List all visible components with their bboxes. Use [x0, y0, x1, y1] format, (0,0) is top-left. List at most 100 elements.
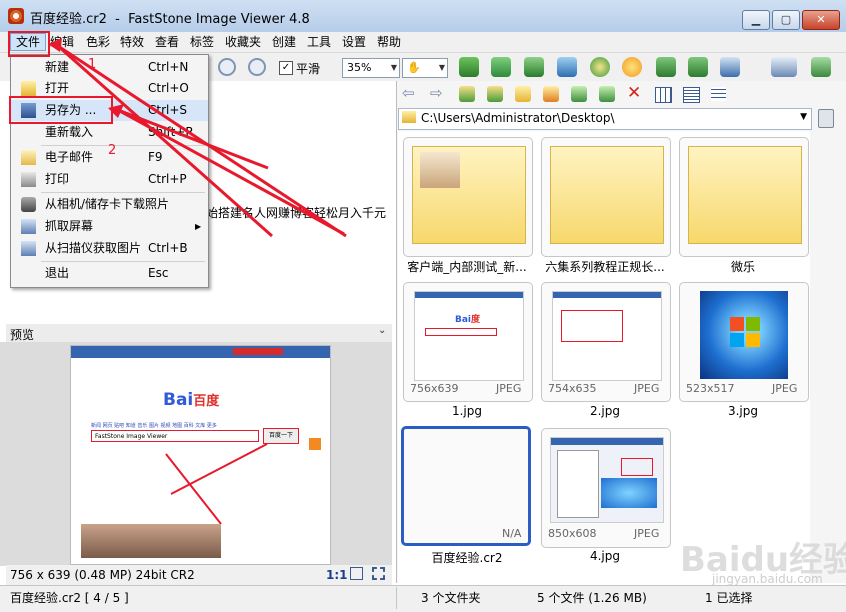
hand-icon: ✋: [407, 61, 421, 74]
thumbnail-item[interactable]: Bai度 756x639 JPEG: [403, 282, 533, 402]
actual-size-label[interactable]: 1:1: [326, 568, 348, 582]
fullscreen-icon[interactable]: [811, 57, 831, 77]
compare-icon[interactable]: [491, 57, 511, 77]
menu-item-capture-screen[interactable]: 抓取屏幕 ▶: [11, 216, 208, 237]
menu-item-label: 新建: [45, 60, 70, 74]
chevron-down-icon: ▼: [438, 63, 445, 72]
thumbnail-item[interactable]: [679, 137, 809, 257]
thumbnail-item[interactable]: [403, 137, 533, 257]
email-icon: [21, 150, 36, 165]
user-stamp-icon[interactable]: [590, 57, 610, 77]
minimize-button[interactable]: ▁: [742, 10, 770, 30]
batch-icon[interactable]: [524, 57, 544, 77]
menu-item-shortcut: F9: [148, 150, 163, 164]
flip-icon[interactable]: [720, 57, 740, 77]
menu-color[interactable]: 色彩: [86, 34, 110, 50]
preview-side-button: [309, 438, 321, 450]
zoom-select[interactable]: 35% ▼: [342, 58, 400, 78]
details-view-icon[interactable]: [711, 87, 726, 101]
annotation-box-file-menu: [8, 31, 50, 57]
menu-item-shortcut: Ctrl+P: [148, 172, 187, 186]
annotation-number-1: 1: [88, 57, 97, 72]
menu-settings[interactable]: 设置: [342, 34, 366, 50]
actual-size-icon[interactable]: [248, 58, 266, 76]
menu-item-label: 电子邮件: [45, 150, 94, 164]
chevron-down-icon[interactable]: ▼: [800, 112, 807, 122]
sun-icon[interactable]: [622, 57, 642, 77]
thumbnail-item[interactable]: 754x635 JPEG: [541, 282, 671, 402]
menu-edit[interactable]: 编辑: [50, 34, 74, 50]
menu-item-print[interactable]: 打印 Ctrl+P: [11, 169, 208, 190]
menu-item-shortcut: Ctrl+N: [148, 60, 189, 74]
thumbnail-view-icon[interactable]: [655, 87, 672, 103]
hand-tool-select[interactable]: ✋ ▼: [402, 58, 448, 78]
recycle-bin-icon[interactable]: [818, 109, 834, 128]
background-page-text: 始搭建名人网赚博客轻松月入千元: [206, 206, 387, 220]
image-format: JPEG: [496, 382, 522, 395]
menu-create[interactable]: 创建: [272, 34, 296, 50]
thumbnail-caption: 百度经验.cr2: [431, 551, 503, 565]
menu-effects[interactable]: 特效: [120, 34, 144, 50]
forward-arrow-icon[interactable]: ⇨: [430, 84, 443, 102]
close-button[interactable]: ✕: [802, 10, 840, 30]
menu-tools[interactable]: 工具: [307, 34, 331, 50]
menu-view[interactable]: 查看: [155, 34, 179, 50]
thumbnail-caption: 微乐: [730, 260, 755, 274]
preview-image-info: 756 x 639 (0.48 MP) 24bit CR2: [10, 568, 195, 582]
favorite-folder-icon[interactable]: [515, 86, 531, 102]
rotate-right-icon[interactable]: [688, 57, 708, 77]
thumbnail-caption: 六集系列教程正规长...: [545, 260, 665, 274]
file-menu-dropdown: 新建 Ctrl+N 打开 Ctrl+O 另存为 ... Ctrl+S 重新载入 …: [10, 54, 209, 288]
menu-item-label: 抓取屏幕: [45, 219, 94, 233]
menu-item-shortcut: Ctrl+B: [148, 241, 188, 255]
annotation-number-2: 2: [108, 143, 117, 158]
back-arrow-icon[interactable]: ⇦: [402, 84, 415, 102]
move-to-icon[interactable]: [599, 86, 615, 102]
zoom-out-icon[interactable]: [218, 58, 236, 76]
menu-item-scanner[interactable]: 从扫描仪获取图片 Ctrl+B: [11, 238, 208, 259]
preview-header: [6, 324, 392, 343]
capture-icon: [21, 219, 36, 234]
menu-item-label: 打印: [45, 172, 70, 186]
printer-icon: [21, 172, 36, 187]
status-file-count: 5 个文件 (1.26 MB): [537, 591, 647, 605]
list-view-icon[interactable]: [683, 87, 700, 103]
thumbnail-image: [550, 437, 664, 523]
menu-item-download-camera[interactable]: 从相机/储存卡下载照片: [11, 194, 208, 215]
zoom-value: 35%: [347, 61, 372, 74]
copy-to-icon[interactable]: [571, 86, 587, 102]
thumbnail-item[interactable]: 523x517 JPEG: [679, 282, 809, 402]
delete-icon[interactable]: ✕: [627, 83, 641, 103]
path-combo[interactable]: C:\Users\Administrator\Desktop\ ▼: [398, 108, 812, 130]
preview-photo-strip: [81, 524, 221, 558]
slideshow-icon[interactable]: [459, 57, 479, 77]
image-dimensions: 756x639: [410, 382, 459, 395]
smooth-label: 平滑: [296, 62, 321, 76]
menu-item-reload[interactable]: 重新载入 Shift+R: [11, 122, 208, 143]
layout-menu-icon[interactable]: [771, 57, 797, 77]
new-folder-icon[interactable]: [543, 86, 559, 102]
menu-item-new[interactable]: 新建 Ctrl+N: [11, 57, 208, 78]
thumbnail-item[interactable]: 850x608 JPEG: [541, 428, 671, 548]
convert-icon[interactable]: [557, 57, 577, 77]
fit-icon[interactable]: [350, 567, 363, 580]
fullscreen-preview-icon[interactable]: [372, 567, 385, 580]
menu-tags[interactable]: 标签: [190, 34, 214, 50]
folder-up-icon[interactable]: [459, 86, 475, 102]
image-dimensions: 850x608: [548, 527, 597, 540]
maximize-button[interactable]: ▢: [772, 10, 800, 30]
rotate-left-icon[interactable]: [656, 57, 676, 77]
menu-favorites[interactable]: 收藏夹: [225, 34, 261, 50]
thumbnail-item[interactable]: [541, 137, 671, 257]
menu-item-label: 重新载入: [45, 125, 94, 139]
thumbnail-item-selected[interactable]: N/A: [401, 426, 531, 546]
refresh-folder-icon[interactable]: [487, 86, 503, 102]
preview-image[interactable]: Bai百度 新闻 网页 贴吧 知道 音乐 图片 视频 地图 百科 文库 更多 F…: [70, 345, 331, 565]
menu-item-label: 从扫描仪获取图片: [45, 241, 142, 255]
thumbnail-caption: 2.jpg: [589, 404, 621, 418]
collapse-icon[interactable]: ⌄: [378, 325, 386, 336]
smooth-checkbox[interactable]: ✓: [279, 61, 293, 75]
menu-item-exit[interactable]: 退出 Esc: [11, 263, 208, 284]
menu-item-shortcut: Esc: [148, 266, 169, 280]
menu-help[interactable]: 帮助: [377, 34, 401, 50]
